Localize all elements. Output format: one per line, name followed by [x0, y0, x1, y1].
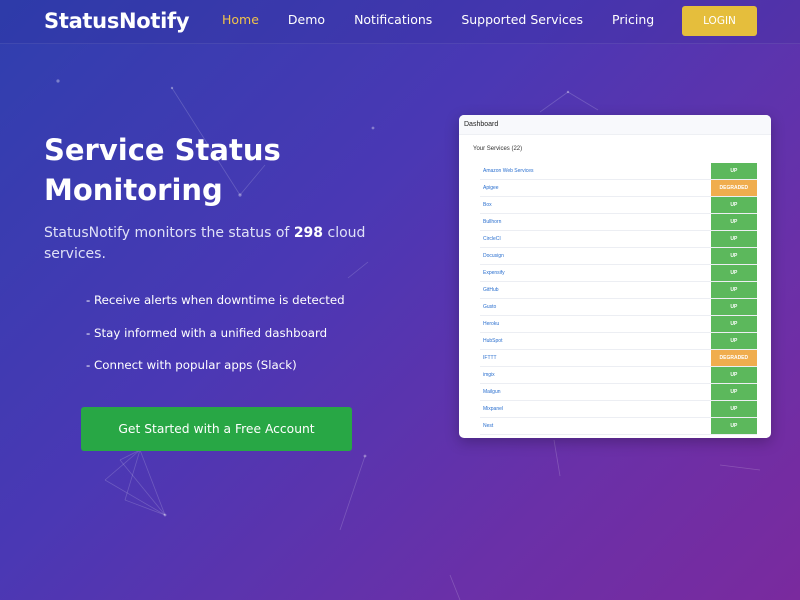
service-row: Gusto UP: [480, 299, 757, 316]
service-name-link[interactable]: IFTTT: [480, 350, 711, 366]
service-name-link[interactable]: CircleCI: [480, 231, 711, 247]
service-row: Nest UP: [480, 418, 757, 435]
service-name-link[interactable]: Amazon Web Services: [480, 163, 711, 179]
service-name-link[interactable]: HubSpot: [480, 333, 711, 349]
service-count: 298: [293, 225, 324, 241]
hero-title: Service Status Monitoring: [44, 133, 281, 207]
feature-item: - Connect with popular apps (Slack): [86, 358, 297, 372]
service-status-badge: DEGRADED: [710, 180, 757, 196]
feature-item: - Stay informed with a unified dashboard: [86, 325, 328, 340]
service-status-badge: UP: [710, 418, 757, 434]
nav-home[interactable]: Home: [222, 12, 259, 27]
brand-logo[interactable]: StatusNotify: [44, 9, 190, 33]
service-status-badge: UP: [710, 316, 757, 332]
service-row: Bullhorn UP: [480, 214, 757, 231]
service-row: imgix UP: [480, 367, 757, 384]
top-navbar: StatusNotify Home Demo Notifications Sup…: [0, 0, 800, 44]
service-name-link[interactable]: Heroku: [480, 316, 711, 332]
service-row: Mixpanel UP: [480, 401, 757, 418]
service-row: HubSpot UP: [480, 333, 757, 350]
service-name-link[interactable]: Gusto: [480, 299, 711, 315]
service-row: Docusign UP: [480, 248, 757, 265]
hero-subtitle: StatusNotify monitors the status of 298 …: [44, 223, 374, 265]
service-row: GitHub UP: [480, 282, 757, 299]
service-status-badge: UP: [710, 333, 757, 349]
service-row: Expensify UP: [480, 265, 757, 282]
service-row: IFTTT DEGRADED: [480, 350, 757, 367]
services-panel: Your Services (22) Amazon Web Services UP…: [465, 141, 767, 438]
service-name-link[interactable]: Bullhorn: [480, 214, 711, 230]
nav-demo[interactable]: Demo: [288, 12, 325, 27]
service-name-link[interactable]: Expensify: [480, 265, 711, 281]
service-row: Apigee DEGRADED: [480, 180, 757, 197]
login-button[interactable]: LOGIN: [682, 6, 757, 36]
get-started-button[interactable]: Get Started with a Free Account: [81, 407, 352, 451]
service-status-badge: UP: [710, 282, 757, 298]
service-status-badge: UP: [710, 163, 757, 179]
service-status-badge: UP: [710, 299, 757, 315]
service-row: Box UP: [480, 197, 757, 214]
service-name-link[interactable]: Apigee: [480, 180, 711, 196]
nav-pricing[interactable]: Pricing: [612, 12, 654, 27]
service-status-badge: DEGRADED: [710, 350, 757, 366]
service-status-badge: UP: [710, 197, 757, 213]
service-name-link[interactable]: Mixpanel: [480, 401, 711, 417]
service-status-badge: UP: [710, 401, 757, 417]
service-name-link[interactable]: GitHub: [480, 282, 711, 298]
services-count-label: Your Services (22): [473, 146, 523, 152]
service-row: Mailgun UP: [480, 384, 757, 401]
service-name-link[interactable]: imgix: [480, 367, 711, 383]
nav-supported-services[interactable]: Supported Services: [461, 12, 583, 27]
service-status-badge: UP: [710, 265, 757, 281]
feature-list: - Receive alerts when downtime is detect…: [86, 292, 345, 390]
service-status-badge: UP: [710, 367, 757, 383]
service-row: CircleCI UP: [480, 231, 757, 248]
service-name-link[interactable]: Docusign: [480, 248, 711, 264]
service-status-badge: UP: [710, 214, 757, 230]
service-name-link[interactable]: Box: [480, 197, 711, 213]
service-status-badge: UP: [710, 231, 757, 247]
service-status-badge: UP: [710, 384, 757, 400]
service-name-link[interactable]: Mailgun: [480, 384, 711, 400]
dashboard-title: Dashboard: [459, 115, 771, 135]
service-name-link[interactable]: Nest: [480, 418, 711, 434]
services-table: Amazon Web Services UP Apigee DEGRADED Box UP…: [480, 163, 757, 435]
hero-subtitle-pre: StatusNotify monitors the status of: [44, 225, 294, 241]
service-row: Amazon Web Services UP: [480, 163, 757, 180]
nav-links: Home Demo Notifications Supported Servic…: [222, 12, 683, 27]
feature-item: - Receive alerts when downtime is detect…: [86, 293, 345, 307]
service-row: Heroku UP: [480, 316, 757, 333]
dashboard-preview: Dashboard Your Services (22) Amazon Web …: [459, 115, 771, 438]
nav-notifications[interactable]: Notifications: [354, 12, 432, 27]
service-status-badge: UP: [710, 248, 757, 264]
